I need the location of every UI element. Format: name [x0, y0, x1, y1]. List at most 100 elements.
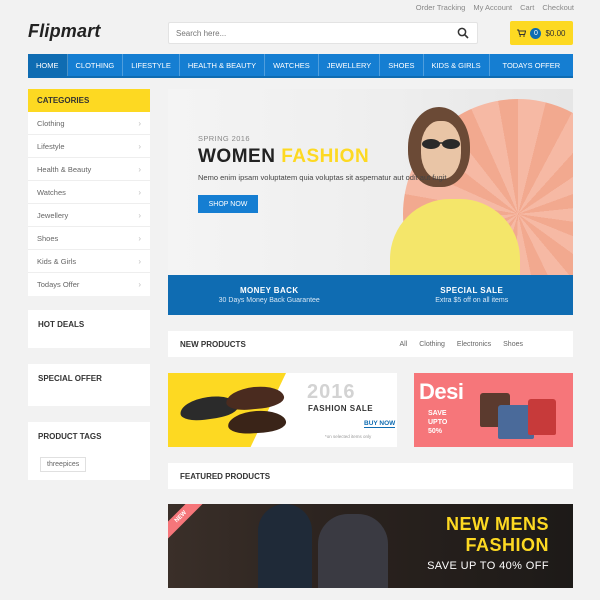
nav-jewellery[interactable]: JEWELLERY	[319, 54, 381, 76]
chevron-right-icon: ›	[138, 233, 141, 243]
promo-subtitle: Extra $5 off on all items	[435, 297, 509, 304]
model-image	[318, 514, 388, 588]
tab-electronics[interactable]: Electronics	[457, 341, 491, 348]
promo-subtitle: 30 Days Money Back Guarantee	[218, 297, 320, 304]
hero-kicker: SPRING 2016	[198, 134, 250, 143]
search-icon[interactable]	[457, 27, 469, 39]
nav-todays-offer[interactable]: TODAYS OFFER	[490, 54, 573, 76]
hero-title: WOMEN FASHION	[198, 146, 369, 168]
designer-bags-banner[interactable]: Desi SAVE UPTO 50%	[414, 373, 573, 447]
promo-title: MONEY BACK	[239, 286, 299, 295]
chevron-right-icon: ›	[138, 256, 141, 266]
search-input[interactable]	[169, 23, 449, 44]
category-label: Todays Offer	[37, 280, 80, 289]
hot-deals-box: HOT DEALS	[28, 310, 150, 348]
bag-image	[528, 399, 556, 435]
mens-banner-title: NEW MENS FASHION	[446, 514, 549, 556]
category-item[interactable]: Jewellery ›	[28, 204, 150, 227]
tab-all[interactable]: All	[399, 341, 407, 348]
chevron-right-icon: ›	[138, 280, 141, 289]
mens-fashion-banner[interactable]: NEW NEW MENS FASHION SAVE UP TO 40% OFF	[168, 504, 573, 588]
featured-products-title: FEATURED PRODUCTS	[180, 471, 271, 481]
cart-link[interactable]: Cart	[520, 3, 534, 12]
cart-button[interactable]: 0 $0.00	[510, 21, 573, 45]
mens-title-line2: FASHION	[465, 535, 549, 555]
category-label: Health & Beauty	[37, 164, 92, 174]
category-label: Shoes	[37, 233, 59, 243]
special-offer-title: SPECIAL OFFER	[38, 374, 102, 383]
category-label: Lifestyle	[37, 141, 65, 151]
promo-money-back: MONEY BACK 30 Days Money Back Guarantee	[168, 275, 371, 315]
tab-clothing[interactable]: Clothing	[419, 341, 445, 348]
model-face	[421, 121, 461, 179]
category-item[interactable]: Watches ›	[28, 181, 150, 204]
mens-banner-save: SAVE UP TO 40% OFF	[427, 560, 549, 572]
search-bar	[168, 22, 478, 44]
nav-clothing[interactable]: CLOTHING	[68, 54, 124, 76]
promo-title: SPECIAL SALE	[440, 286, 504, 295]
product-tag[interactable]: threepices	[40, 457, 87, 472]
category-label: Kids & Girls	[37, 256, 77, 266]
percent-label: 50%	[428, 428, 443, 435]
category-item[interactable]: Todays Offer ›	[28, 273, 150, 296]
my-account-link[interactable]: My Account	[473, 3, 512, 12]
categories-panel: CATEGORIES Clothing › Lifestyle › Health &…	[28, 89, 150, 296]
category-label: Clothing	[37, 118, 65, 128]
category-item[interactable]: Lifestyle ›	[28, 135, 150, 158]
new-products-title: NEW PRODUCTS	[180, 339, 246, 349]
tab-shoes[interactable]: Shoes	[503, 341, 523, 348]
checkout-link[interactable]: Checkout	[542, 3, 574, 12]
hero-description: Nemo enim ipsam voluptatem quia voluptas…	[198, 173, 447, 182]
nav-kids-girls[interactable]: KIDS & GIRLS	[424, 54, 490, 76]
cart-icon	[517, 29, 527, 37]
promo-bar: MONEY BACK 30 Days Money Back Guarantee …	[168, 275, 573, 315]
new-ribbon: NEW	[168, 504, 207, 543]
nav-health-beauty[interactable]: HEALTH & BEAUTY	[180, 54, 266, 76]
buy-now-link[interactable]: BUY NOW	[364, 420, 396, 428]
nav-home[interactable]: HOME	[28, 54, 68, 76]
nav-watches[interactable]: WATCHES	[265, 54, 319, 76]
main-nav: HOME CLOTHING LIFESTYLE HEALTH & BEAUTY …	[28, 54, 573, 78]
hero-title-accent: FASHION	[281, 146, 370, 167]
product-tabs: All Clothing Electronics Shoes	[399, 341, 523, 348]
categories-title: CATEGORIES	[28, 89, 150, 112]
category-item[interactable]: Health & Beauty ›	[28, 158, 150, 181]
category-item[interactable]: Kids & Girls ›	[28, 250, 150, 273]
nav-lifestyle[interactable]: LIFESTYLE	[123, 54, 180, 76]
top-links: Order Tracking My Account Cart Checkout	[416, 3, 574, 12]
order-tracking-link[interactable]: Order Tracking	[416, 3, 466, 12]
hot-deals-title: HOT DEALS	[38, 320, 85, 329]
category-label: Jewellery	[37, 210, 69, 220]
banner-title: FASHION SALE	[308, 404, 374, 413]
chevron-right-icon: ›	[138, 210, 141, 220]
promo-special-sale: SPECIAL SALE Extra $5 off on all items	[371, 275, 574, 315]
cart-count-badge: 0	[530, 27, 542, 39]
site-logo[interactable]: Flipmart	[28, 21, 101, 42]
chevron-right-icon: ›	[138, 141, 141, 151]
hero-title-main: WOMEN	[198, 146, 282, 167]
nav-shoes[interactable]: SHOES	[380, 54, 424, 76]
category-item[interactable]: Clothing ›	[28, 112, 150, 135]
banner-headline: Desi	[419, 379, 464, 404]
cart-total: $0.00	[545, 28, 566, 38]
new-products-header: NEW PRODUCTS All Clothing Electronics Sh…	[168, 331, 573, 357]
special-offer-box: SPECIAL OFFER	[28, 364, 150, 406]
mens-title-line1: NEW MENS	[446, 514, 549, 534]
save-label: SAVE	[428, 410, 447, 417]
sunglasses-icon	[422, 139, 460, 149]
chevron-right-icon: ›	[138, 164, 141, 174]
fashion-sale-banner[interactable]: 2016 FASHION SALE BUY NOW *on selected i…	[168, 373, 397, 447]
model-image	[258, 504, 312, 588]
hero-slider: SPRING 2016 WOMEN FASHION Nemo enim ipsa…	[168, 89, 573, 275]
chevron-right-icon: ›	[138, 118, 141, 128]
upto-label: UPTO	[428, 419, 448, 426]
banner-year: 2016	[307, 381, 356, 403]
banner-save-text: SAVE UPTO 50%	[428, 409, 447, 436]
category-label: Watches	[37, 187, 66, 197]
shop-now-button[interactable]: SHOP NOW	[198, 195, 258, 213]
category-item[interactable]: Shoes ›	[28, 227, 150, 250]
product-tags-title: PRODUCT TAGS	[38, 432, 102, 441]
banner-note: *on selected items only	[325, 434, 372, 439]
chevron-right-icon: ›	[138, 187, 141, 197]
product-tags-box: PRODUCT TAGS threepices	[28, 422, 150, 480]
